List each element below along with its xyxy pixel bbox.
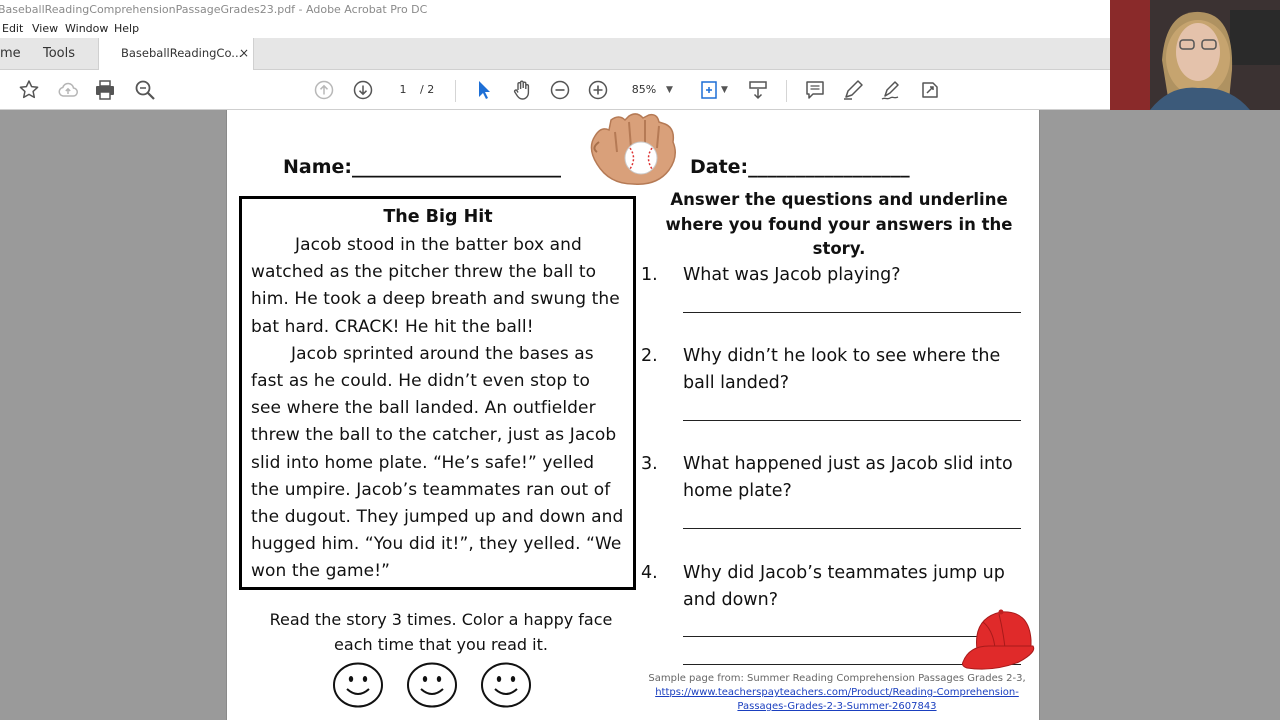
page-total: / 2 (420, 83, 435, 96)
search-icon[interactable] (133, 78, 157, 102)
menu-window[interactable]: Window (65, 20, 108, 38)
acrobat-window: BaseballReadingComprehensionPassageGrade… (0, 0, 1280, 720)
happy-face-icon (481, 662, 531, 708)
select-arrow-icon[interactable] (471, 78, 495, 102)
zoom-level-input[interactable]: 85% (624, 81, 664, 99)
source-link[interactable]: https://www.teacherspayteachers.com/Prod… (637, 686, 1037, 714)
menu-help[interactable]: Help (114, 20, 139, 38)
tab-close-icon[interactable]: × (239, 38, 249, 69)
window-title: BaseballReadingComprehensionPassageGrade… (0, 3, 428, 16)
hand-tool-icon[interactable] (510, 78, 534, 102)
questions-heading: Answer the questions and underline where… (665, 190, 1013, 258)
story-title: The Big Hit (383, 207, 493, 227)
baseball-glove-icon (585, 112, 685, 186)
source-footer: Sample page from: Summer Reading Compreh… (637, 672, 1037, 714)
answer-line (683, 312, 1021, 313)
question-text: What happened just as Jacob slid into ho… (683, 454, 1013, 501)
cloud-upload-icon[interactable] (56, 78, 80, 102)
name-field-label: Name:______________________ (283, 156, 562, 178)
answer-line (683, 528, 1021, 529)
zoom-in-icon[interactable] (586, 78, 610, 102)
more-tools-icon[interactable] (918, 78, 942, 102)
happy-face-icon (407, 662, 457, 708)
question-number: 2. (641, 346, 658, 366)
question-number: 3. (641, 454, 658, 474)
tab-bar: me Tools BaseballReadingCo... × (0, 38, 1280, 71)
menu-edit[interactable]: Edit (2, 20, 23, 38)
fit-page-icon[interactable] (697, 78, 721, 102)
sign-icon[interactable] (879, 78, 903, 102)
baseball-cap-icon (959, 606, 1039, 672)
comment-icon[interactable] (803, 78, 827, 102)
question-text: What was Jacob playing? (683, 265, 901, 285)
print-icon[interactable] (93, 78, 117, 102)
fit-dropdown-icon[interactable]: ▼ (721, 81, 728, 99)
bookmark-star-icon[interactable] (17, 78, 41, 102)
question-number: 4. (641, 563, 658, 583)
zoom-dropdown-icon[interactable]: ▼ (666, 81, 673, 99)
scroll-mode-icon[interactable] (746, 78, 770, 102)
tab-document[interactable]: BaseballReadingCo... × (98, 38, 254, 71)
toolbar-divider (786, 80, 787, 102)
story-box: The Big Hit Jacob stood in the batter bo… (239, 196, 636, 590)
menu-view[interactable]: View (32, 20, 58, 38)
answer-line (683, 420, 1021, 421)
page-number-input[interactable]: 1 (390, 81, 416, 99)
title-bar: BaseballReadingComprehensionPassageGrade… (0, 0, 1280, 20)
pen-icon[interactable] (841, 78, 865, 102)
tab-document-label: BaseballReadingCo... (121, 46, 243, 60)
menu-bar: Edit View Window Help (0, 20, 1280, 38)
zoom-out-icon[interactable] (548, 78, 572, 102)
happy-faces-row (333, 662, 543, 710)
tab-tools[interactable]: Tools (43, 38, 75, 70)
prev-page-icon[interactable] (312, 78, 336, 102)
tab-home[interactable]: me (0, 38, 21, 70)
happy-face-icon (333, 662, 383, 708)
story-paragraph-1: Jacob stood in the batter box and watche… (251, 235, 620, 337)
date-field-label: Date:_________________ (690, 156, 910, 178)
toolbar-divider (455, 80, 456, 102)
question-text: Why didn’t he look to see where the ball… (683, 346, 1001, 393)
next-page-icon[interactable] (351, 78, 375, 102)
webcam-overlay (1110, 0, 1280, 110)
question-number: 1. (641, 265, 658, 285)
pdf-page: Name:______________________ Date:_______… (226, 110, 1040, 720)
toolbar: 1 / 2 85% ▼ ▼ (0, 70, 1280, 110)
story-paragraph-2: Jacob sprinted around the bases as fast … (251, 343, 624, 582)
reading-instruction: Read the story 3 times. Color a happy fa… (269, 610, 613, 654)
footer-text: Sample page from: Summer Reading Compreh… (648, 673, 1026, 684)
